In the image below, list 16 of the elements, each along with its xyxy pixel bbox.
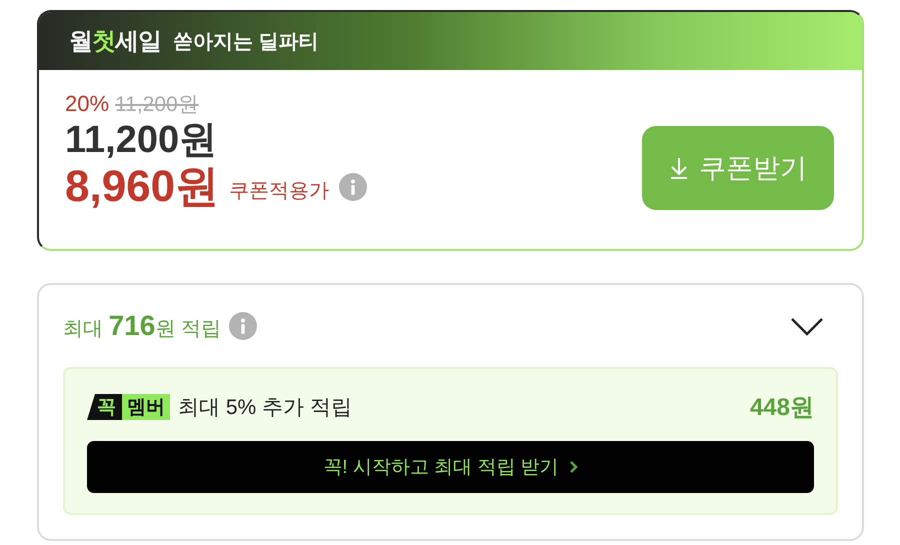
info-icon[interactable] <box>228 312 257 340</box>
coupon-price: 8,960원 <box>65 162 220 212</box>
sale-tagline: 쏟아지는 딜파티 <box>173 30 319 54</box>
reward-amount: 448원 <box>750 393 814 423</box>
price: 11,200원 <box>65 118 218 162</box>
reward-title: 최대 716원 적립 <box>63 310 221 342</box>
chevron-icon[interactable] <box>790 315 824 337</box>
coupon-label: 쿠폰적용가 <box>229 178 330 204</box>
sale-name: 월첫세일 <box>69 27 161 57</box>
discount-rate: 20% <box>65 91 110 117</box>
member-start-button[interactable]: 꼭! 시작하고 최대 적립 받기 <box>87 441 814 493</box>
member-benefit: 최대 5% 추가 적립 <box>178 395 352 421</box>
chevron-right-icon <box>568 460 578 474</box>
original-price: 11,200원 <box>115 92 199 118</box>
download-icon <box>669 156 689 180</box>
info-icon[interactable] <box>339 173 368 201</box>
